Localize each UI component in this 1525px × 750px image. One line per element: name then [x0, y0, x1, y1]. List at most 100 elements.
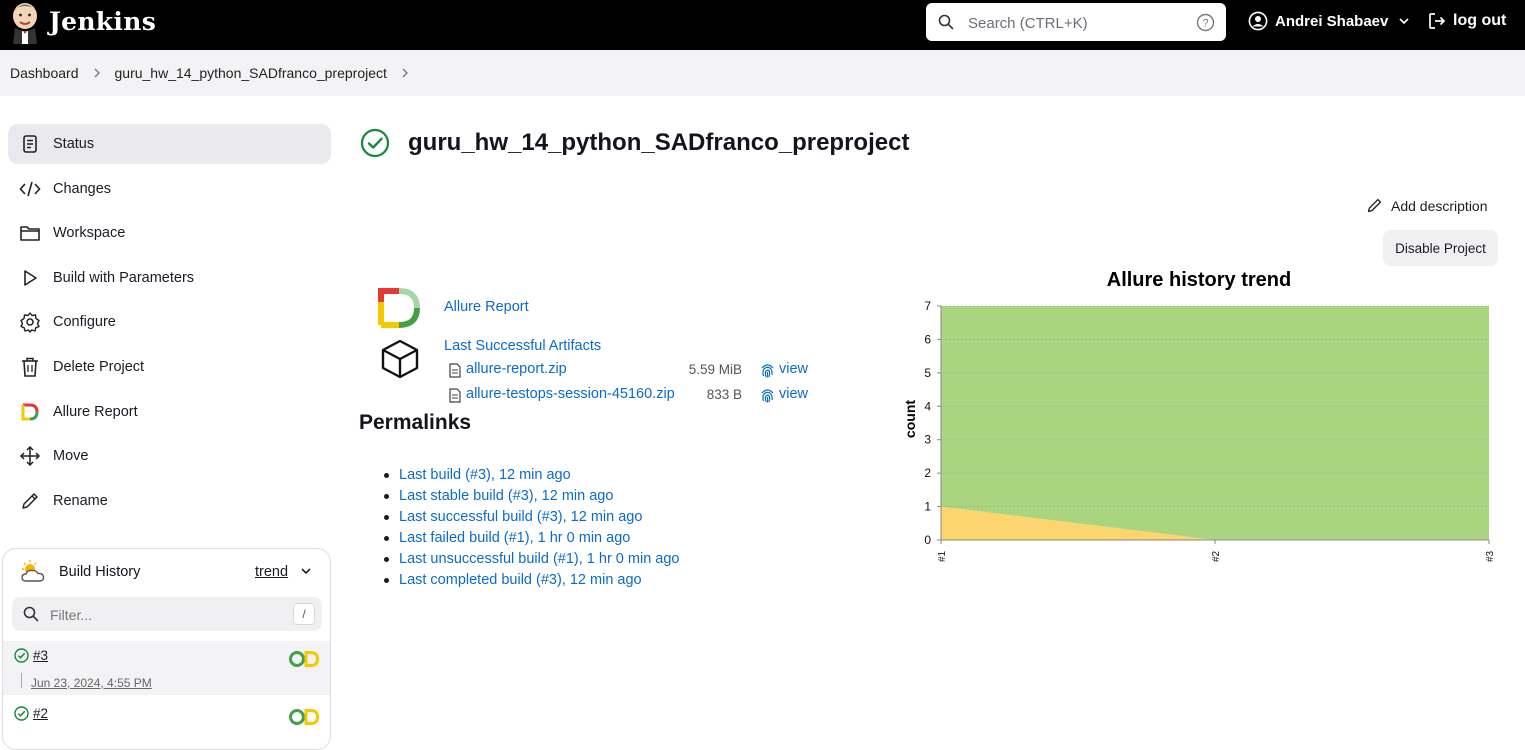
artifact-view-link[interactable]: view	[779, 386, 808, 402]
user-menu[interactable]: Andrei Shabaev	[1248, 11, 1410, 31]
disable-project-button[interactable]: Disable Project	[1383, 230, 1498, 266]
search-box[interactable]: ?	[926, 3, 1226, 43]
play-icon	[18, 266, 42, 290]
add-description-label: Add description	[1391, 197, 1488, 214]
success-check-icon	[14, 648, 29, 663]
sidebar-item-label: Build with Parameters	[53, 269, 195, 286]
allure-history-trend-chart[interactable]: 0 1 2 3 4 5 6 7 #1 #2 #3 Allure history trend count	[895, 262, 1515, 572]
sidebar-item-label: Configure	[53, 314, 116, 331]
y-axis-label: count	[902, 400, 918, 438]
sidebar-item-label: Allure Report	[53, 403, 138, 420]
permalink-last-completed-build[interactable]: Last completed build (#3), 12 min ago	[399, 572, 642, 588]
move-icon	[18, 444, 42, 468]
breadcrumb-dashboard[interactable]: Dashboard	[10, 65, 79, 81]
jenkins-logo-link[interactable]: Jenkins	[9, 2, 156, 44]
build-filter[interactable]: /	[12, 597, 322, 633]
svg-text:?: ?	[1202, 18, 1208, 30]
sidebar-item-label: Status	[53, 136, 95, 152]
build-history-title: Build History	[59, 564, 141, 580]
sidebar-item-rename[interactable]: Rename	[8, 481, 331, 521]
build-row[interactable]: #3 Jun 23, 2024, 4:55 PM	[3, 641, 330, 695]
sidebar-item-changes[interactable]: Changes	[8, 169, 331, 209]
logout-link[interactable]: log out	[1427, 11, 1506, 31]
sidebar-item-label: Workspace	[53, 225, 126, 242]
sidebar-nav: Status Changes Workspace Build with Para…	[8, 124, 331, 525]
allure-testops-badge-icon[interactable]	[288, 650, 320, 668]
permalink-last-unsuccessful-build[interactable]: Last unsuccessful build (#1), 1 hr 0 min…	[399, 551, 679, 567]
permalink-item: Last stable build (#3), 12 min ago	[383, 488, 679, 509]
build-history-widget: Build History trend / #3 Jun 23, 2024, 4…	[2, 548, 331, 750]
logout-icon	[1429, 13, 1446, 29]
permalink-item: Last failed build (#1), 1 hr 0 min ago	[383, 530, 679, 551]
logout-label: log out	[1453, 12, 1507, 29]
sidebar-item-allure-report[interactable]: Allure Report	[8, 392, 331, 432]
chevron-right-icon	[92, 67, 102, 79]
filter-shortcut-key: /	[293, 603, 315, 625]
chart-title: Allure history trend	[1107, 269, 1291, 291]
add-description-link[interactable]: Add description	[1366, 197, 1488, 214]
folder-icon	[18, 221, 42, 245]
allure-report-link[interactable]: Allure Report	[444, 299, 529, 315]
search-icon	[23, 606, 39, 622]
pencil-icon	[1367, 198, 1382, 213]
last-successful-artifacts-link[interactable]: Last Successful Artifacts	[444, 338, 601, 354]
build-filter-input[interactable]	[48, 597, 282, 633]
x-tick-label: #2	[1211, 550, 1222, 562]
build-date-link[interactable]: Jun 23, 2024, 4:55 PM	[31, 676, 152, 690]
sidebar-item-delete-project[interactable]: Delete Project	[8, 347, 331, 387]
artifact-size: 833 B	[706, 387, 742, 402]
success-check-icon	[14, 706, 29, 721]
allure-logo-icon	[378, 288, 420, 328]
jenkins-brand: Jenkins	[49, 6, 157, 36]
y-tick-label: 6	[924, 332, 931, 346]
permalink-last-stable-build[interactable]: Last stable build (#3), 12 min ago	[399, 488, 613, 504]
user-avatar-icon	[1248, 11, 1268, 31]
y-tick-label: 1	[924, 500, 931, 514]
build-number-link[interactable]: #3	[33, 648, 48, 663]
artifact-link[interactable]: allure-testops-session-45160.zip	[466, 386, 675, 402]
y-tick-label: 2	[924, 466, 931, 480]
artifact-link[interactable]: allure-report.zip	[466, 361, 567, 377]
artifact-row: allure-report.zip 5.59 MiB view	[449, 361, 829, 381]
trend-chart-svg: 0 1 2 3 4 5 6 7 #1 #2 #3 Allure history trend count	[902, 269, 1496, 562]
sidebar-item-configure[interactable]: Configure	[8, 302, 331, 342]
sidebar-item-label: Changes	[53, 180, 112, 197]
pencil-icon	[18, 489, 42, 513]
artifact-size: 5.59 MiB	[688, 362, 742, 377]
sidebar-item-move[interactable]: Move	[8, 436, 331, 476]
user-name: Andrei Shabaev	[1275, 12, 1389, 30]
permalink-last-build[interactable]: Last build (#3), 12 min ago	[399, 467, 571, 483]
gear-icon	[18, 310, 42, 334]
trend-link[interactable]: trend	[255, 564, 288, 580]
permalinks-heading: Permalinks	[359, 411, 472, 434]
fingerprint-icon[interactable]	[760, 362, 775, 379]
help-icon[interactable]: ?	[1196, 13, 1215, 32]
allure-icon	[18, 400, 42, 424]
chevron-down-icon[interactable]	[299, 564, 313, 578]
allure-testops-badge-icon[interactable]	[288, 708, 320, 726]
sidebar-item-status[interactable]: Status	[8, 124, 331, 164]
jenkins-butler-icon	[13, 3, 37, 44]
artifact-view-link[interactable]: view	[779, 361, 808, 377]
build-history-header: Build History trend	[3, 549, 330, 595]
breadcrumb-project[interactable]: guru_hw_14_python_SADfranco_preproject	[115, 65, 387, 81]
sidebar-item-label: Rename	[53, 492, 108, 509]
permalink-last-failed-build[interactable]: Last failed build (#1), 1 hr 0 min ago	[399, 530, 630, 546]
sidebar-item-build-with-parameters[interactable]: Build with Parameters	[8, 258, 331, 298]
area-series-1	[941, 306, 1489, 540]
package-icon	[381, 339, 419, 379]
y-tick-label: 7	[924, 299, 931, 313]
x-tick-label: #1	[937, 550, 948, 562]
chevron-down-icon	[1399, 18, 1409, 25]
sidebar-item-workspace[interactable]: Workspace	[8, 213, 331, 253]
permalink-item: Last successful build (#3), 12 min ago	[383, 509, 679, 530]
fingerprint-icon[interactable]	[760, 387, 775, 404]
code-icon	[18, 177, 42, 201]
permalink-last-successful-build[interactable]: Last successful build (#3), 12 min ago	[399, 509, 642, 525]
search-input[interactable]	[966, 3, 1190, 43]
build-number-link[interactable]: #2	[33, 706, 48, 721]
chevron-right-icon[interactable]	[400, 67, 410, 79]
y-tick-label: 3	[924, 433, 931, 447]
document-icon	[18, 132, 42, 156]
file-icon	[449, 388, 461, 403]
